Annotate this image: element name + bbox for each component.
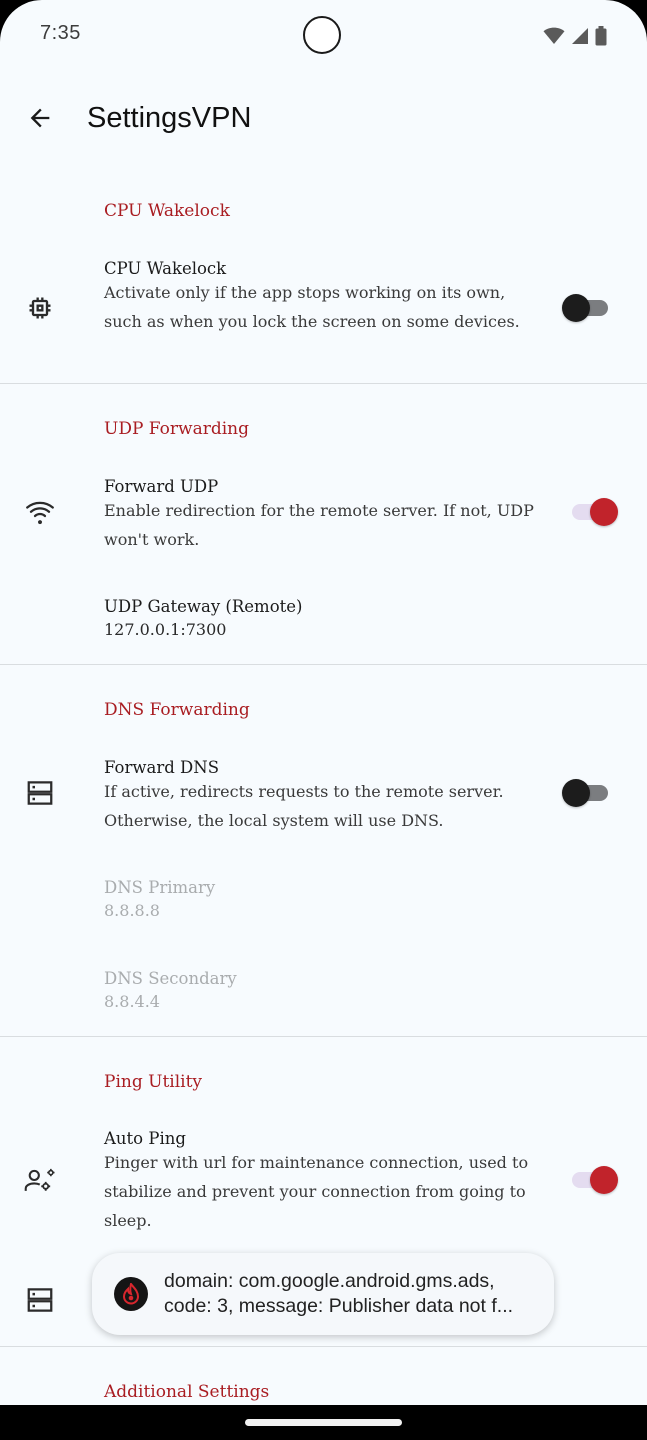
pref-cpu-wakelock-summary: Activate only if the app stops working o… bbox=[104, 283, 520, 331]
divider bbox=[0, 664, 647, 665]
pref-forward-udp-summary: Enable redirection for the remote server… bbox=[104, 501, 534, 549]
home-gesture-handle[interactable] bbox=[245, 1419, 402, 1426]
status-bar: 7:35 bbox=[0, 0, 647, 72]
cellular-signal-icon bbox=[571, 27, 589, 45]
navigation-bar bbox=[0, 1405, 647, 1440]
pref-dns-primary-title: DNS Primary bbox=[104, 878, 216, 897]
cpu-wakelock-switch[interactable] bbox=[562, 294, 610, 322]
battery-icon bbox=[595, 26, 607, 46]
phone-screen: 7:35 SettingsVPN CPU Wakelock CPU Wakelo… bbox=[0, 0, 647, 1440]
pref-udp-gateway-value: 127.0.0.1:7300 bbox=[104, 620, 227, 639]
pref-dns-secondary-value: 8.8.4.4 bbox=[104, 992, 160, 1011]
category-udp-forwarding: UDP Forwarding bbox=[104, 419, 249, 439]
status-icons bbox=[543, 26, 607, 46]
pref-forward-udp-title: Forward UDP bbox=[104, 477, 219, 496]
toast-line-2: code: 3, message: Publisher data not f..… bbox=[164, 1295, 514, 1317]
app-logo-icon bbox=[114, 1277, 148, 1311]
forward-udp-switch[interactable] bbox=[562, 498, 618, 526]
category-cpu-wakelock: CPU Wakelock bbox=[104, 201, 230, 221]
pref-auto-ping-title: Auto Ping bbox=[104, 1129, 186, 1148]
dns-server-icon bbox=[24, 777, 56, 809]
divider bbox=[0, 1346, 647, 1347]
divider bbox=[0, 1036, 647, 1037]
toast-line-1: domain: com.google.android.gms.ads, bbox=[164, 1270, 495, 1292]
divider bbox=[0, 383, 647, 384]
pref-cpu-wakelock-title: CPU Wakelock bbox=[104, 259, 227, 278]
status-time: 7:35 bbox=[40, 22, 81, 44]
app-bar: SettingsVPN bbox=[0, 84, 647, 156]
pref-dns-secondary-title: DNS Secondary bbox=[104, 969, 237, 988]
category-dns-forwarding: DNS Forwarding bbox=[104, 700, 250, 720]
front-camera bbox=[303, 16, 341, 54]
wifi-icon bbox=[543, 27, 565, 45]
pref-dns-primary-value: 8.8.8.8 bbox=[104, 901, 160, 920]
forward-dns-switch[interactable] bbox=[562, 779, 610, 807]
auto-ping-switch[interactable] bbox=[562, 1166, 618, 1194]
back-button[interactable] bbox=[20, 100, 60, 140]
toast-text: domain: com.google.android.gms.ads, code… bbox=[164, 1269, 539, 1319]
wifi-icon bbox=[24, 496, 56, 528]
toast-message: domain: com.google.android.gms.ads, code… bbox=[92, 1253, 554, 1335]
pref-forward-dns-summary: If active, redirects requests to the rem… bbox=[104, 782, 504, 830]
pref-udp-gateway-title: UDP Gateway (Remote) bbox=[104, 597, 303, 616]
category-ping-utility: Ping Utility bbox=[104, 1072, 203, 1092]
pref-forward-dns-title: Forward DNS bbox=[104, 758, 219, 777]
category-additional-settings: Additional Settings bbox=[104, 1382, 270, 1402]
person-settings-icon bbox=[24, 1164, 56, 1196]
pref-auto-ping-summary: Pinger with url for maintenance connecti… bbox=[104, 1153, 529, 1230]
dns-server-icon bbox=[24, 1284, 56, 1316]
cpu-chip-icon bbox=[24, 292, 56, 324]
arrow-back-icon bbox=[26, 104, 54, 136]
page-title: SettingsVPN bbox=[87, 102, 252, 134]
